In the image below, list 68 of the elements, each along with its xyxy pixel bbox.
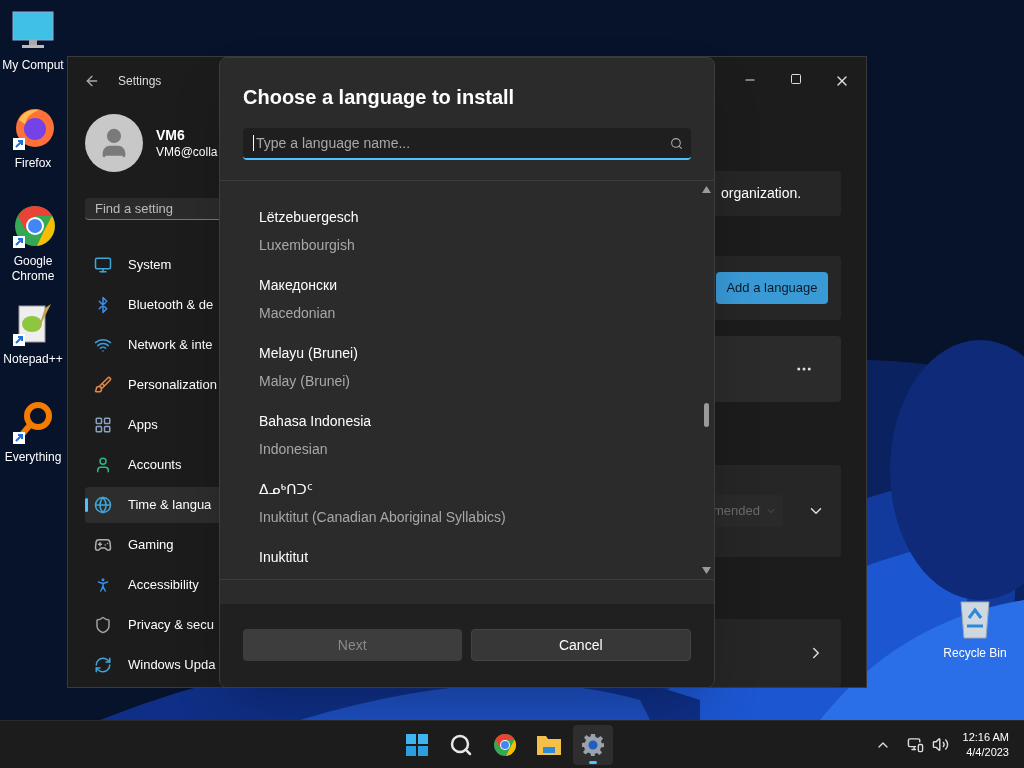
nav-item[interactable]: Accounts [85, 447, 220, 483]
language-item[interactable]: Lëtzebuergesch Luxembourgish [259, 203, 359, 259]
brush-icon [94, 376, 112, 394]
language-item[interactable]: Inuktitut [259, 543, 309, 571]
nav-item[interactable]: Network & inte [85, 327, 220, 363]
language-item[interactable]: Македонски Macedonian [259, 271, 337, 327]
nav-item[interactable]: Apps [85, 407, 220, 443]
notice-text: organization. [721, 183, 802, 203]
english-name: Luxembourgish [259, 236, 355, 255]
gamepad-icon [94, 536, 112, 554]
network-icon[interactable] [906, 736, 924, 753]
nav-item[interactable]: Accessibility [85, 567, 220, 603]
nav-item[interactable]: Windows Upda [85, 647, 220, 683]
browser-icon[interactable] [11, 106, 55, 150]
magnifier-icon[interactable] [11, 400, 55, 444]
language-item[interactable]: Bahasa Indonesia Indonesian [259, 407, 372, 463]
nav-item[interactable]: Personalization [85, 367, 220, 403]
language-search-field[interactable]: Type a language name... [243, 128, 691, 160]
nav-item[interactable]: Gaming [85, 527, 220, 563]
desktop-icon-label[interactable]: Everything [0, 450, 66, 465]
english-name: Inuktitut (Canadian Aboriginal Syllabics) [259, 508, 506, 527]
taskbar-button[interactable] [572, 724, 613, 765]
english-name: Malay (Brunei) [259, 372, 351, 391]
native-name: ᐃᓄᒃᑎᑐᑦ [259, 480, 313, 499]
desktop-icon-label[interactable]: Google Chrome [0, 254, 66, 284]
search-field[interactable]: Find a setting [85, 198, 220, 220]
search-icon [670, 136, 683, 150]
language-item[interactable]: Melayu (Brunei) Malay (Brunei) [259, 339, 358, 395]
wifi-icon [94, 336, 112, 354]
english-name: Macedonian [259, 304, 336, 323]
monitor-icon [94, 256, 112, 274]
nav-item[interactable]: Bluetooth & de [85, 287, 220, 323]
maximize-icon[interactable] [790, 73, 802, 85]
native-name: Lëtzebuergesch [259, 208, 359, 227]
browser-icon[interactable] [11, 204, 55, 248]
dialog-button[interactable]: Cancel [470, 629, 691, 661]
volume-icon[interactable] [931, 736, 949, 753]
globe-clock-icon [94, 496, 112, 514]
scroll-thumb[interactable] [704, 403, 709, 427]
account-email: VM6@colla [156, 144, 218, 160]
gear-icon[interactable] [580, 732, 605, 757]
native-name: Bahasa Indonesia [259, 412, 372, 431]
nav-item[interactable]: System [85, 247, 220, 283]
account-name: VM6 [156, 126, 186, 144]
nav-item[interactable]: Privacy & secu [85, 607, 220, 643]
refresh-icon [94, 656, 112, 674]
desktop-icon-label[interactable]: Firefox [0, 156, 66, 171]
desktop-icon-label[interactable]: Recycle Bin [943, 644, 1007, 662]
clock[interactable]: 12:16 AM 4/4/2023 [962, 729, 1009, 760]
desktop-icon-label[interactable]: Notepad++ [0, 352, 66, 367]
add-language-button[interactable]: Add a language [716, 272, 828, 305]
scroll-up-icon[interactable] [702, 186, 711, 193]
search-icon[interactable] [448, 732, 473, 757]
start-icon[interactable] [404, 732, 429, 757]
apps-icon [94, 416, 112, 434]
back-icon[interactable] [84, 73, 100, 89]
scroll-down-icon[interactable] [702, 567, 711, 574]
person-icon [94, 456, 112, 474]
language-item[interactable]: ᐃᓄᒃᑎᑐᑦ Inuktitut (Canadian Aboriginal Syllabics) [259, 475, 506, 531]
window-title: Settings [118, 73, 162, 90]
native-name: Melayu (Brunei) [259, 344, 358, 363]
dialog-title: Choose a language to install [243, 85, 516, 110]
shield-icon [94, 616, 112, 634]
desktop-icon-label[interactable]: My Comput [0, 58, 66, 73]
nav-item[interactable]: Time & langua [85, 487, 220, 523]
browser-icon[interactable] [492, 732, 517, 757]
native-name: Македонски [259, 276, 337, 295]
english-name: Indonesian [259, 440, 328, 459]
